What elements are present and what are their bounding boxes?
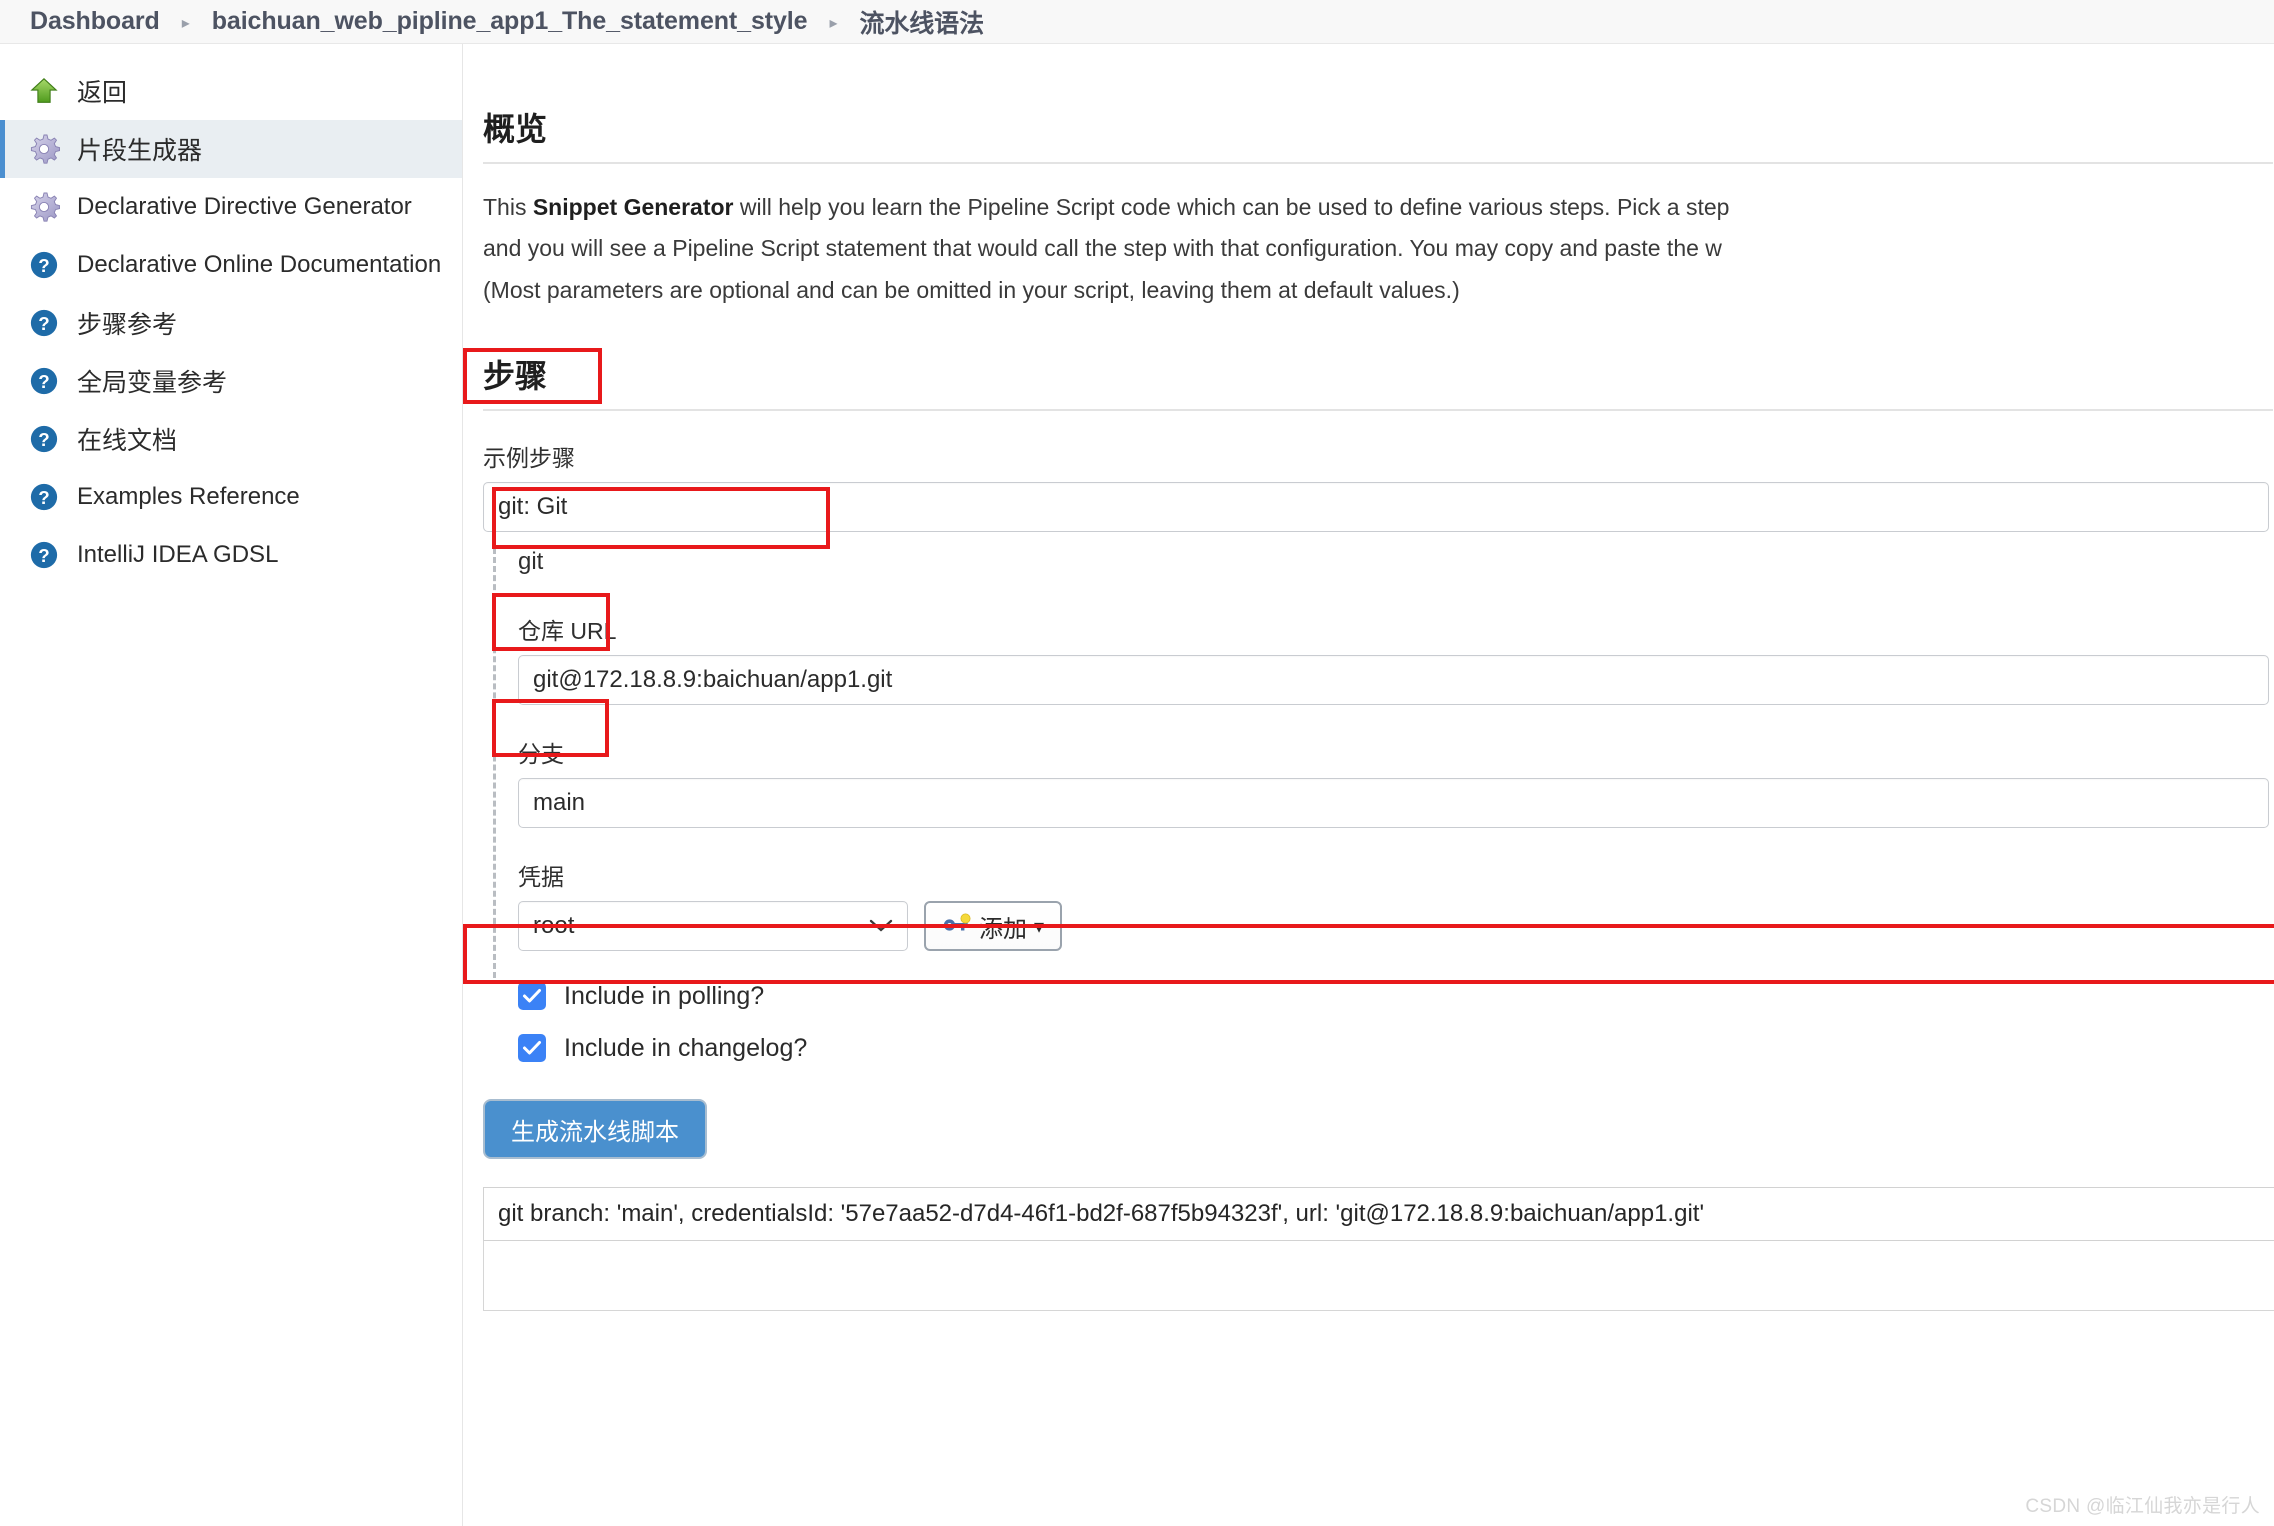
main-content: 概览 This Snippet Generator will help you … — [463, 44, 2274, 1526]
divider — [483, 162, 2273, 164]
credentials-label: 凭据 — [518, 864, 564, 891]
up-arrow-icon — [27, 74, 61, 108]
svg-text:?: ? — [38, 255, 49, 276]
help-icon: ? — [27, 480, 61, 514]
sidebar-item-label: 步骤参考 — [77, 311, 178, 339]
help-icon: ? — [27, 364, 61, 398]
sidebar-item-intellij-idea-gdsl[interactable]: ? IntelliJ IDEA GDSL — [0, 526, 462, 584]
repo-url-label: 仓库 URL — [518, 618, 617, 645]
sidebar-item-label: 片段生成器 — [77, 137, 203, 165]
svg-text:?: ? — [38, 313, 49, 334]
svg-text:?: ? — [38, 429, 49, 450]
nested-guide-line — [493, 548, 496, 979]
key-icon — [942, 912, 972, 941]
help-icon: ? — [27, 306, 61, 340]
overview-heading: 概览 — [483, 111, 548, 147]
sample-step-value: git: Git — [498, 493, 568, 521]
generate-pipeline-script-label: 生成流水线脚本 — [511, 1118, 679, 1146]
caret-down-icon: ▾ — [1034, 915, 1045, 938]
breadcrumb: Dashboard ▸ baichuan_web_pipline_app1_Th… — [0, 0, 2274, 44]
gear-icon — [27, 132, 61, 166]
overview-paragraph-line3: (Most parameters are optional and can be… — [483, 276, 1460, 303]
overview-text-bold: Snippet Generator — [532, 194, 734, 220]
branch-input[interactable]: main — [518, 778, 2269, 829]
sidebar-item-label: 全局变量参考 — [77, 369, 228, 397]
credentials-select[interactable]: root — [518, 901, 908, 952]
branch-value: main — [533, 789, 586, 817]
sidebar-item-declarative-online-documentation[interactable]: ? Declarative Online Documentation — [0, 236, 462, 294]
add-credentials-label: 添加 — [979, 915, 1027, 943]
include-in-polling-label: Include in polling? — [564, 981, 765, 1010]
sidebar-item-label: Examples Reference — [77, 483, 300, 510]
sidebar-item-online-documentation[interactable]: ? 在线文档 — [0, 410, 462, 468]
watermark: CSDN @临江仙我亦是行人 — [2025, 1496, 2260, 1517]
svg-text:?: ? — [38, 371, 49, 392]
sidebar-item-label: Declarative Online Documentation — [77, 251, 442, 278]
overview-paragraph-line2: and you will see a Pipeline Script state… — [483, 235, 1722, 262]
output-panel-body — [483, 1241, 2274, 1312]
step-name-label: git — [518, 548, 544, 576]
credentials-value: root — [533, 912, 575, 940]
chevron-right-icon: ▸ — [829, 14, 838, 32]
gear-icon — [27, 190, 61, 224]
generate-pipeline-script-button[interactable]: 生成流水线脚本 — [483, 1099, 707, 1160]
include-in-changelog-checkbox-row[interactable]: Include in changelog? — [518, 1023, 2274, 1073]
svg-text:?: ? — [38, 545, 49, 566]
sidebar: 返回 片段生成器 Declarative Directive Generator… — [0, 44, 463, 1526]
overview-text-suffix: will help you learn the Pipeline Script … — [733, 194, 1730, 220]
svg-text:?: ? — [38, 487, 49, 508]
checkbox-checked-icon[interactable] — [518, 1034, 546, 1063]
sidebar-item-step-reference[interactable]: ? 步骤参考 — [0, 294, 462, 352]
sample-step-select[interactable]: git: Git — [483, 482, 2269, 533]
include-in-polling-checkbox-row[interactable]: Include in polling? — [518, 971, 2274, 1021]
steps-heading: 步骤 — [483, 358, 548, 395]
sidebar-item-examples-reference[interactable]: ? Examples Reference — [0, 468, 462, 526]
breadcrumb-item-pipeline-syntax[interactable]: 流水线语法 — [859, 4, 984, 40]
overview-text-prefix: This — [483, 194, 533, 220]
repo-url-input[interactable]: git@172.18.8.9:baichuan/app1.git — [518, 655, 2269, 706]
sidebar-item-declarative-directive-generator[interactable]: Declarative Directive Generator — [0, 178, 462, 236]
chevron-down-icon — [869, 912, 893, 940]
include-in-changelog-label: Include in changelog? — [564, 1033, 808, 1062]
help-icon: ? — [27, 248, 61, 282]
sidebar-item-label: 在线文档 — [77, 427, 178, 455]
help-icon: ? — [27, 422, 61, 456]
overview-paragraph-line1: This Snippet Generator will help you lea… — [483, 192, 2274, 222]
sidebar-item-back[interactable]: 返回 — [0, 62, 462, 120]
sidebar-item-label: 返回 — [77, 79, 128, 107]
add-credentials-button[interactable]: 添加 ▾ — [924, 901, 1063, 952]
generated-script-output[interactable]: git branch: 'main', credentialsId: '57e7… — [483, 1187, 2274, 1242]
sample-step-label: 示例步骤 — [483, 445, 575, 472]
chevron-right-icon: ▸ — [181, 14, 190, 32]
branch-label: 分支 — [518, 741, 564, 768]
sidebar-item-snippet-generator[interactable]: 片段生成器 — [0, 120, 462, 178]
help-icon: ? — [27, 538, 61, 572]
repo-url-value: git@172.18.8.9:baichuan/app1.git — [533, 666, 893, 694]
checkbox-checked-icon[interactable] — [518, 982, 546, 1011]
breadcrumb-item-dashboard[interactable]: Dashboard — [30, 7, 160, 36]
divider — [483, 409, 2273, 412]
breadcrumb-item-job[interactable]: baichuan_web_pipline_app1_The_statement_… — [212, 7, 808, 36]
sidebar-item-global-variable-reference[interactable]: ? 全局变量参考 — [0, 352, 462, 410]
sidebar-item-label: Declarative Directive Generator — [77, 193, 412, 220]
sidebar-item-label: IntelliJ IDEA GDSL — [77, 541, 279, 568]
generated-script-text: git branch: 'main', credentialsId: '57e7… — [498, 1200, 1705, 1228]
